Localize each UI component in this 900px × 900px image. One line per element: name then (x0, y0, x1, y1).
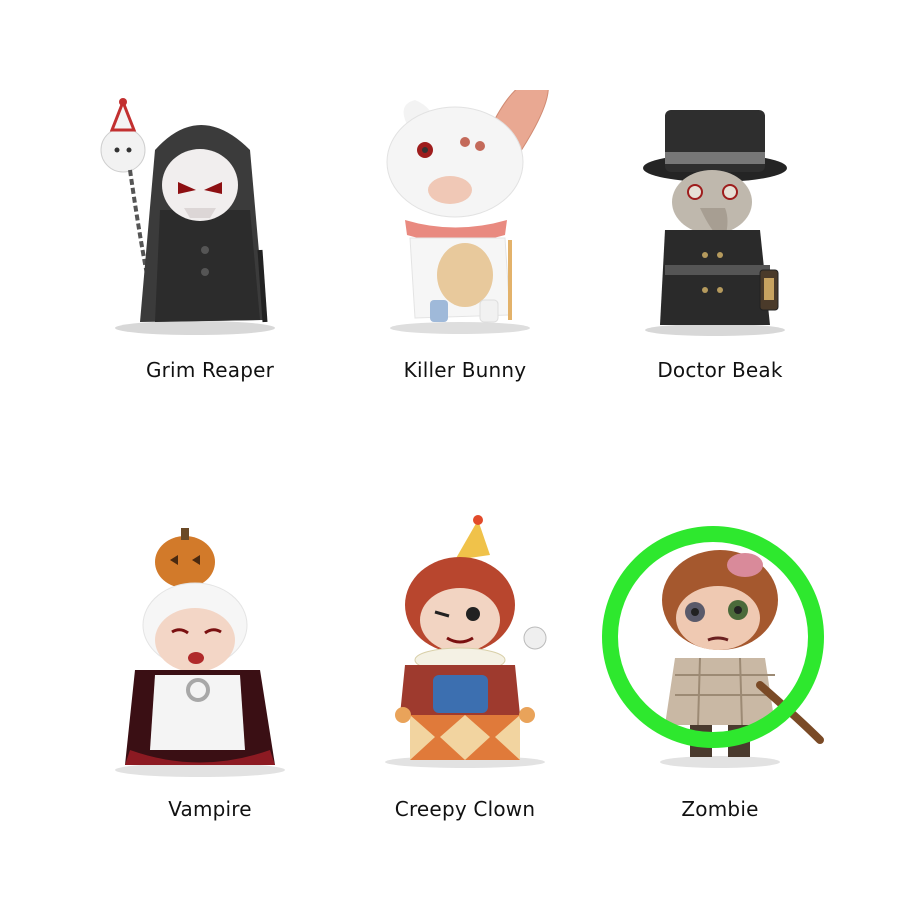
zombie-figure (602, 526, 824, 768)
doctor-beak-figure (643, 110, 787, 336)
figure-name: Doctor Beak (657, 358, 783, 382)
figure-card-doctor-beak[interactable]: Doctor Beak (570, 90, 870, 490)
figure-name: Zombie (681, 797, 759, 821)
figure-card-zombie[interactable]: Zombie (570, 500, 870, 900)
figure-grid: Grim Reaper Killer Bunny Doctor Beak Vam… (0, 0, 900, 900)
